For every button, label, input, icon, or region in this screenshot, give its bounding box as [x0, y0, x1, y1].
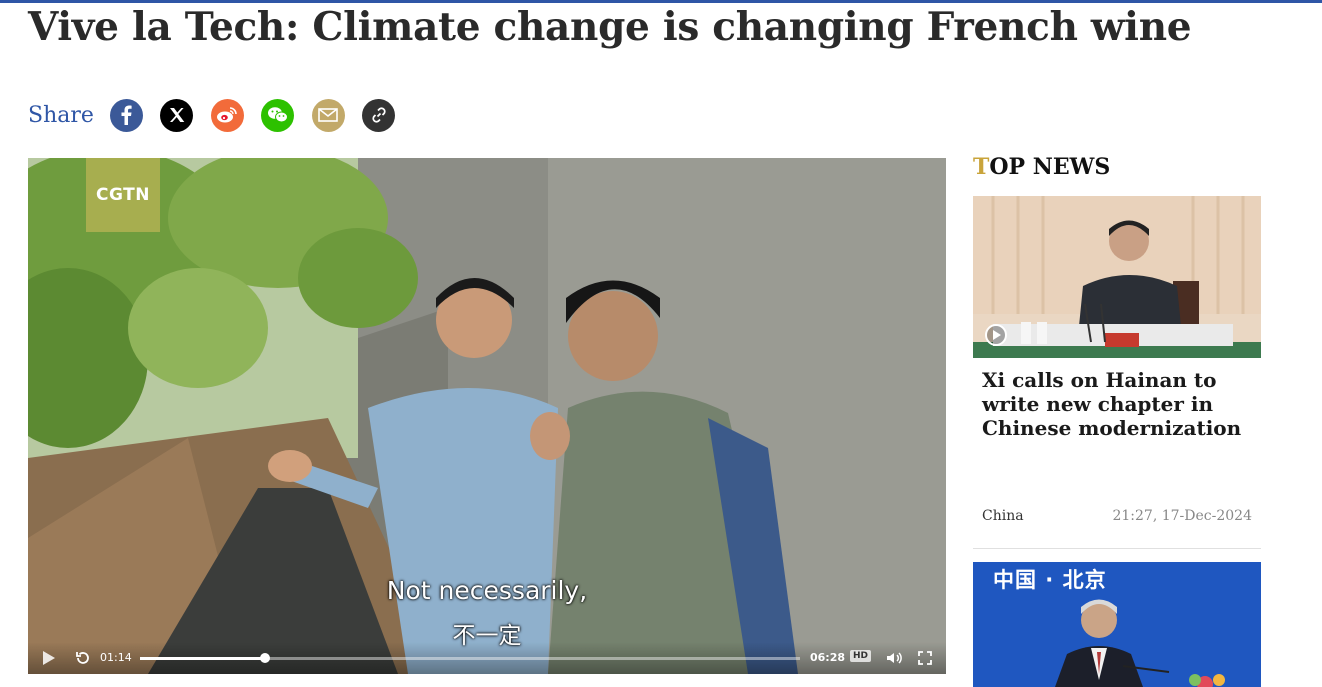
news-card-meta: China 21:27, 17-Dec-2024	[982, 508, 1252, 524]
share-bar: Share	[28, 98, 413, 132]
current-time: 01:14	[100, 651, 132, 664]
top-accent-line	[0, 0, 1322, 3]
wechat-share-button[interactable]	[261, 98, 295, 132]
x-twitter-icon	[169, 108, 185, 122]
link-icon	[372, 107, 386, 123]
x-share-button[interactable]	[160, 98, 194, 132]
top-news-heading-first-letter: T	[973, 154, 990, 180]
news-card-title[interactable]: Xi calls on Hainan to write new chapter …	[982, 368, 1252, 440]
weibo-icon	[217, 107, 238, 123]
news-card-thumbnail[interactable]: 中国 · 北京	[973, 562, 1261, 687]
play-icon[interactable]	[42, 650, 56, 666]
duration: 06:28	[810, 651, 846, 664]
progress-knob[interactable]	[260, 653, 271, 663]
progress-bar[interactable]	[140, 653, 800, 663]
video-controls: 01:14 06:28 HD	[28, 642, 946, 674]
email-share-button[interactable]	[311, 98, 345, 132]
video-play-icon[interactable]	[985, 324, 1007, 346]
thumbnail-image	[973, 196, 1261, 358]
article-headline: Vive la Tech: Climate change is changing…	[28, 4, 1192, 50]
top-news-heading-rest: OP NEWS	[989, 154, 1111, 180]
hd-button[interactable]: HD	[850, 650, 872, 662]
cgtn-logo: CGTN	[86, 158, 160, 232]
subtitle-english: Not necessarily,	[386, 576, 588, 605]
copy-link-button[interactable]	[362, 98, 396, 132]
top-news-heading: TOP NEWS	[973, 154, 1110, 180]
replay-icon[interactable]	[74, 649, 92, 667]
email-icon	[318, 108, 339, 122]
news-card-category[interactable]: China	[982, 508, 1024, 524]
video-player[interactable]: CGTN Not necessarily, 不一定 01:14 06:28 HD	[28, 158, 946, 674]
wechat-icon	[267, 107, 288, 123]
facebook-share-button[interactable]	[109, 98, 143, 132]
news-card[interactable]: 中国 · 北京	[973, 562, 1261, 687]
thumbnail-caption: 中国 · 北京	[993, 568, 1107, 592]
weibo-share-button[interactable]	[210, 98, 244, 132]
news-card-timestamp: 21:27, 17-Dec-2024	[1112, 508, 1252, 524]
fullscreen-icon[interactable]	[916, 649, 934, 667]
share-label: Share	[28, 102, 94, 128]
card-divider	[973, 548, 1261, 549]
news-card-thumbnail[interactable]	[973, 196, 1261, 358]
facebook-icon	[121, 105, 133, 125]
volume-icon[interactable]	[885, 649, 903, 667]
news-card[interactable]: Xi calls on Hainan to write new chapter …	[973, 196, 1261, 549]
progress-fill	[140, 657, 266, 660]
